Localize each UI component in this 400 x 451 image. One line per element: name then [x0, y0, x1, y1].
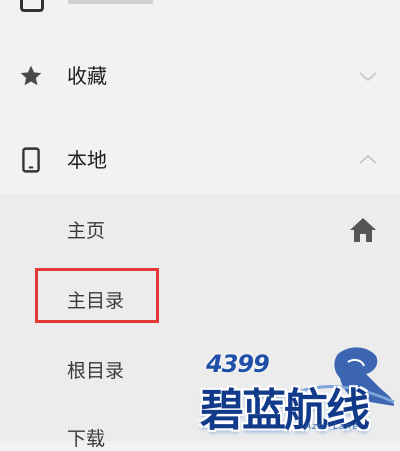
menu-item-favorites-label: 收藏 [67, 64, 107, 88]
chevron-down-icon[interactable] [358, 66, 378, 86]
chevron-up-icon[interactable] [358, 150, 378, 170]
menu-item-local-label: 本地 [67, 148, 107, 172]
partial-row-icon [20, 0, 44, 12]
highlight-annotation [35, 268, 159, 323]
submenu-item-root-directory[interactable]: 根目录 [67, 359, 124, 383]
phone-icon [22, 147, 40, 173]
submenu-item-home[interactable]: 主页 [67, 219, 105, 243]
watermark-subtitle: Azur Lane [305, 422, 359, 432]
submenu-item-downloads[interactable]: 下载 [67, 427, 105, 451]
partial-menu-row[interactable] [0, 0, 400, 20]
menu-item-favorites[interactable]: 收藏 [0, 40, 400, 112]
star-icon [20, 65, 42, 86]
menu-item-local[interactable]: 本地 [0, 124, 400, 196]
watermark-logo: 4399 碧蓝航线 Azur Lane [198, 342, 396, 437]
partial-row-label [68, 0, 153, 4]
home-icon[interactable] [348, 216, 378, 244]
